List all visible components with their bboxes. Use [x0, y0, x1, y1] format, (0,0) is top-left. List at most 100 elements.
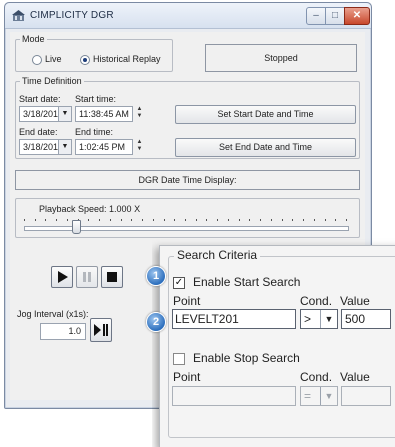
slider-tick: [131, 219, 132, 221]
start-time-field[interactable]: 11:38:45 AM: [75, 106, 133, 122]
chevron-down-icon[interactable]: ▼: [320, 387, 337, 405]
live-label: Live: [45, 54, 62, 64]
slider-tick: [196, 219, 197, 221]
slider-tick: [88, 219, 89, 221]
slider-tick: [185, 219, 186, 221]
start-date-value: 3/18/2011: [23, 109, 63, 119]
jog-interval-label: Jog Interval (x1s):: [17, 309, 89, 319]
slider-tick: [303, 219, 304, 221]
minimize-button[interactable]: ‒: [306, 7, 326, 25]
slider-tick: [99, 219, 100, 221]
status-text: Stopped: [264, 53, 298, 63]
start-time-spin-icon[interactable]: ▲ ▼: [134, 106, 145, 120]
end-time-spin-icon[interactable]: ▲ ▼: [134, 139, 145, 153]
playback-speed-thumb[interactable]: [72, 220, 81, 234]
jog-interval-value: 1.0: [68, 326, 81, 336]
slider-tick: [164, 219, 165, 221]
stop-value-header: Value: [340, 370, 370, 384]
stop-icon: [107, 272, 117, 282]
start-value-value: 500: [345, 312, 366, 326]
end-date-value: 3/18/2011: [23, 142, 63, 152]
play-button[interactable]: [51, 266, 73, 288]
slider-tick: [142, 219, 143, 221]
slider-tick: [282, 219, 283, 221]
stop-cond-select[interactable]: = ▼: [300, 386, 338, 406]
enable-start-search-label: Enable Start Search: [193, 275, 301, 289]
slider-tick: [121, 219, 122, 221]
live-radio[interactable]: [32, 55, 42, 65]
slider-tick: [217, 219, 218, 221]
start-cond-header: Cond.: [300, 294, 333, 308]
date-time-display-label: DGR Date Time Display:: [138, 175, 237, 185]
slider-tick: [346, 219, 347, 221]
chevron-down-icon[interactable]: ▼: [58, 107, 71, 121]
close-button[interactable]: ✕: [344, 7, 370, 25]
playback-speed-label: Playback Speed: 1.000 X: [39, 204, 141, 214]
search-criteria-zoom: Search Criteria ✓ Enable Start Search Po…: [152, 238, 395, 447]
slider-tick: [174, 219, 175, 221]
callout-badge-2: 2: [146, 312, 166, 332]
slider-tick: [325, 219, 326, 221]
play-icon: [58, 271, 68, 283]
stop-cond-value: =: [304, 389, 312, 403]
start-date-combo[interactable]: 3/18/2011 ▼: [19, 106, 72, 122]
window-title: CIMPLICITY DGR: [30, 10, 114, 21]
slider-tick: [271, 219, 272, 221]
date-time-display: DGR Date Time Display:: [15, 170, 360, 190]
slider-tick: [335, 219, 336, 221]
search-criteria-panel: Search Criteria ✓ Enable Start Search Po…: [159, 245, 395, 447]
end-time-label: End time:: [75, 127, 114, 137]
historical-replay-radio[interactable]: [80, 55, 90, 65]
stop-button[interactable]: [101, 266, 123, 288]
slider-tick: [206, 219, 207, 221]
historical-replay-label: Historical Replay: [93, 54, 161, 64]
pause-button[interactable]: [76, 266, 98, 288]
slider-tick: [292, 219, 293, 221]
chevron-down-icon[interactable]: ▼: [58, 140, 71, 154]
start-value-header: Value: [340, 294, 370, 308]
title-bar[interactable]: CIMPLICITY DGR ‒ □ ✕: [5, 3, 371, 29]
slider-tick: [228, 219, 229, 221]
jog-interval-field[interactable]: 1.0: [40, 323, 86, 340]
slider-tick: [249, 219, 250, 221]
end-time-value: 1:02:45 PM: [79, 142, 126, 152]
slider-tick: [35, 219, 36, 221]
start-cond-select[interactable]: > ▼: [300, 309, 338, 329]
slider-tick: [153, 219, 154, 221]
stop-point-input[interactable]: [172, 386, 296, 406]
slider-tick: [45, 219, 46, 221]
chevron-down-icon[interactable]: ▼: [320, 310, 337, 328]
stop-value-input[interactable]: [341, 386, 391, 406]
enable-stop-search-checkbox[interactable]: [173, 353, 185, 365]
slider-tick: [110, 219, 111, 221]
maximize-button[interactable]: □: [325, 7, 345, 25]
app-icon: [12, 10, 25, 21]
start-point-input[interactable]: LEVELT201: [172, 309, 296, 329]
pause-icon: [83, 272, 91, 282]
slider-tick: [67, 219, 68, 221]
mode-legend: Mode: [22, 34, 45, 44]
end-date-combo[interactable]: 3/18/2011 ▼: [19, 139, 72, 155]
end-date-label: End date:: [19, 127, 58, 137]
mode-group: Mode: [15, 34, 173, 72]
time-definition-legend: Time Definition: [22, 76, 82, 86]
set-end-button[interactable]: Set End Date and Time: [175, 138, 356, 157]
step-forward-icon: [94, 324, 108, 336]
start-cond-value: >: [304, 312, 312, 326]
slider-tick: [24, 219, 25, 221]
enable-stop-search-label: Enable Stop Search: [193, 351, 300, 365]
step-forward-button[interactable]: [90, 318, 112, 342]
stop-cond-header: Cond.: [300, 370, 333, 384]
start-point-value: LEVELT201: [175, 312, 239, 326]
slider-tick: [260, 219, 261, 221]
slider-tick: [314, 219, 315, 221]
start-time-label: Start time:: [75, 94, 117, 104]
set-start-button[interactable]: Set Start Date and Time: [175, 105, 356, 124]
search-criteria-legend: Search Criteria: [174, 248, 261, 262]
end-time-field[interactable]: 1:02:45 PM: [75, 139, 133, 155]
stop-point-header: Point: [173, 370, 201, 384]
enable-start-search-checkbox[interactable]: ✓: [173, 277, 185, 289]
start-time-value: 11:38:45 AM: [79, 109, 129, 119]
callout-badge-1: 1: [146, 266, 166, 286]
start-value-input[interactable]: 500: [341, 309, 391, 329]
